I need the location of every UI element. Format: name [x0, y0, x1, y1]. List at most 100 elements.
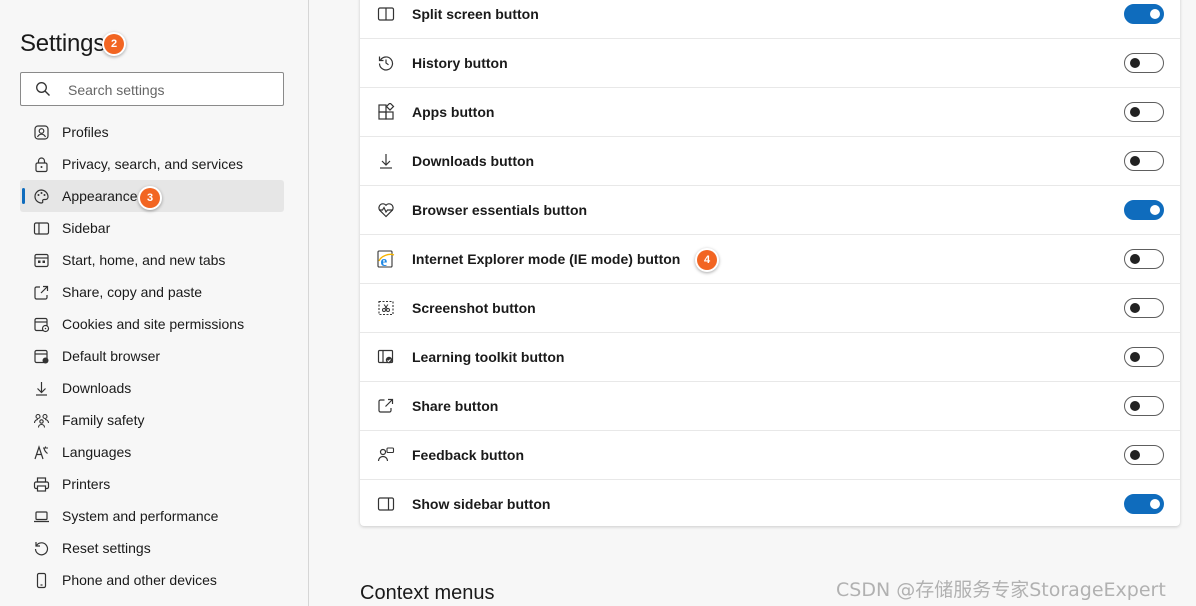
- sidebar-item-label: Profiles: [62, 124, 109, 140]
- setting-row-browser-essentials: Browser essentials button: [360, 186, 1180, 235]
- toggle-knob: [1130, 107, 1140, 117]
- languages-icon: [33, 444, 50, 461]
- setting-label: Browser essentials button: [412, 202, 588, 218]
- sidebar-item-share-copy[interactable]: Share, copy and paste: [20, 276, 284, 308]
- download-icon: [377, 152, 395, 170]
- share-toggle[interactable]: [1124, 396, 1164, 416]
- setting-label: Show sidebar button: [412, 496, 551, 512]
- sidebar-item-phone[interactable]: Phone and other devices: [20, 564, 284, 596]
- setting-label: History button: [412, 55, 508, 71]
- palette-icon: [33, 188, 50, 205]
- apps-toggle[interactable]: [1124, 102, 1164, 122]
- search-input[interactable]: [66, 79, 270, 101]
- sidebar-item-family-safety[interactable]: Family safety: [20, 404, 284, 436]
- laptop-icon: [33, 508, 50, 525]
- show-sidebar-toggle[interactable]: [1124, 494, 1164, 514]
- annotation-badge-2: 2: [104, 34, 124, 54]
- toggle-knob: [1130, 254, 1140, 264]
- setting-label: Screenshot button: [412, 300, 536, 316]
- screenshot-toggle[interactable]: [1124, 298, 1164, 318]
- history-toggle[interactable]: [1124, 53, 1164, 73]
- sidebar-item-printers[interactable]: Printers: [20, 468, 284, 500]
- split-screen-icon: [377, 5, 395, 23]
- sidebar-item-label: Privacy, search, and services: [62, 156, 244, 172]
- screenshot-icon: [377, 299, 395, 317]
- toggle-knob: [1130, 450, 1140, 460]
- sidebar-item-languages[interactable]: Languages: [20, 436, 284, 468]
- setting-row-ie-mode: e Internet Explorer mode (IE mode) butto…: [360, 235, 1180, 284]
- cookies-icon: [33, 316, 50, 333]
- printer-icon: [33, 476, 50, 493]
- sidebar-item-label: Default browser: [62, 348, 161, 364]
- setting-row-screenshot: Screenshot button: [360, 284, 1180, 333]
- sidebar-item-label: System and performance: [62, 508, 219, 524]
- toggle-knob: [1150, 9, 1160, 19]
- home-tabs-icon: [33, 252, 50, 269]
- setting-row-split-screen: Split screen button: [360, 0, 1180, 39]
- sidebar-item-label: Appearance: [62, 188, 138, 204]
- sidebar-item-label: Languages: [62, 444, 132, 460]
- toggle-knob: [1130, 58, 1140, 68]
- sidebar-item-privacy[interactable]: Privacy, search, and services: [20, 148, 284, 180]
- setting-label: Learning toolkit button: [412, 349, 565, 365]
- sidebar-item-profiles[interactable]: Profiles: [20, 116, 284, 148]
- browser-essentials-toggle[interactable]: [1124, 200, 1164, 220]
- toggle-knob: [1130, 352, 1140, 362]
- search-icon: [35, 81, 51, 97]
- settings-sidebar: Settings 2 Profiles Privacy, search, and…: [0, 0, 309, 606]
- lock-icon: [33, 156, 50, 173]
- sidebar-item-appearance[interactable]: Appearance 3: [20, 180, 284, 212]
- share-icon: [33, 284, 50, 301]
- learning-toolkit-toggle[interactable]: [1124, 347, 1164, 367]
- page-title: Settings: [20, 30, 106, 57]
- ie-icon: e: [377, 250, 395, 270]
- sidebar-item-default-browser[interactable]: Default browser: [20, 340, 284, 372]
- split-screen-toggle[interactable]: [1124, 4, 1164, 24]
- toggle-knob: [1130, 401, 1140, 411]
- setting-label: Internet Explorer mode (IE mode) button: [412, 251, 681, 267]
- learning-icon: [377, 348, 395, 366]
- settings-nav: Profiles Privacy, search, and services A…: [20, 116, 284, 596]
- sidebar-item-system[interactable]: System and performance: [20, 500, 284, 532]
- section-title-context-menus: Context menus: [360, 582, 495, 604]
- setting-row-downloads: Downloads button: [360, 137, 1180, 186]
- sidebar-icon: [377, 495, 395, 513]
- sidebar-item-start-home[interactable]: Start, home, and new tabs: [20, 244, 284, 276]
- toggle-knob: [1150, 205, 1160, 215]
- sidebar-item-label: Share, copy and paste: [62, 284, 203, 300]
- setting-label: Split screen button: [412, 6, 539, 22]
- sidebar-item-downloads[interactable]: Downloads: [20, 372, 284, 404]
- search-settings-box[interactable]: [20, 72, 284, 106]
- setting-row-history: History button: [360, 39, 1180, 88]
- apps-icon: [377, 103, 395, 121]
- toggle-knob: [1150, 499, 1160, 509]
- download-icon: [33, 380, 50, 397]
- phone-icon: [33, 572, 50, 589]
- toolbar-buttons-card: Split screen button History button Apps …: [360, 0, 1180, 526]
- downloads-toggle[interactable]: [1124, 151, 1164, 171]
- setting-row-apps: Apps button: [360, 88, 1180, 137]
- heartbeat-icon: [377, 201, 395, 219]
- sidebar-item-cookies[interactable]: Cookies and site permissions: [20, 308, 284, 340]
- setting-row-feedback: Feedback button: [360, 431, 1180, 480]
- setting-row-show-sidebar: Show sidebar button: [360, 480, 1180, 529]
- feedback-toggle[interactable]: [1124, 445, 1164, 465]
- ie-mode-toggle[interactable]: [1124, 249, 1164, 269]
- setting-label: Share button: [412, 398, 499, 414]
- sidebar-item-sidebar[interactable]: Sidebar: [20, 212, 284, 244]
- profile-icon: [33, 124, 50, 141]
- sidebar-icon: [33, 220, 50, 237]
- setting-label: Apps button: [412, 104, 495, 120]
- sidebar-item-label: Printers: [62, 476, 111, 492]
- toggle-knob: [1130, 156, 1140, 166]
- annotation-badge-3: 3: [140, 188, 160, 208]
- sidebar-item-reset[interactable]: Reset settings: [20, 532, 284, 564]
- browser-icon: [33, 348, 50, 365]
- setting-row-learning-toolkit: Learning toolkit button: [360, 333, 1180, 382]
- setting-row-share: Share button: [360, 382, 1180, 431]
- family-icon: [33, 412, 50, 429]
- toggle-knob: [1130, 303, 1140, 313]
- annotation-badge-4: 4: [697, 250, 717, 270]
- sidebar-item-label: Downloads: [62, 380, 132, 396]
- watermark-text: CSDN @存储服务专家StorageExpert: [836, 579, 1166, 601]
